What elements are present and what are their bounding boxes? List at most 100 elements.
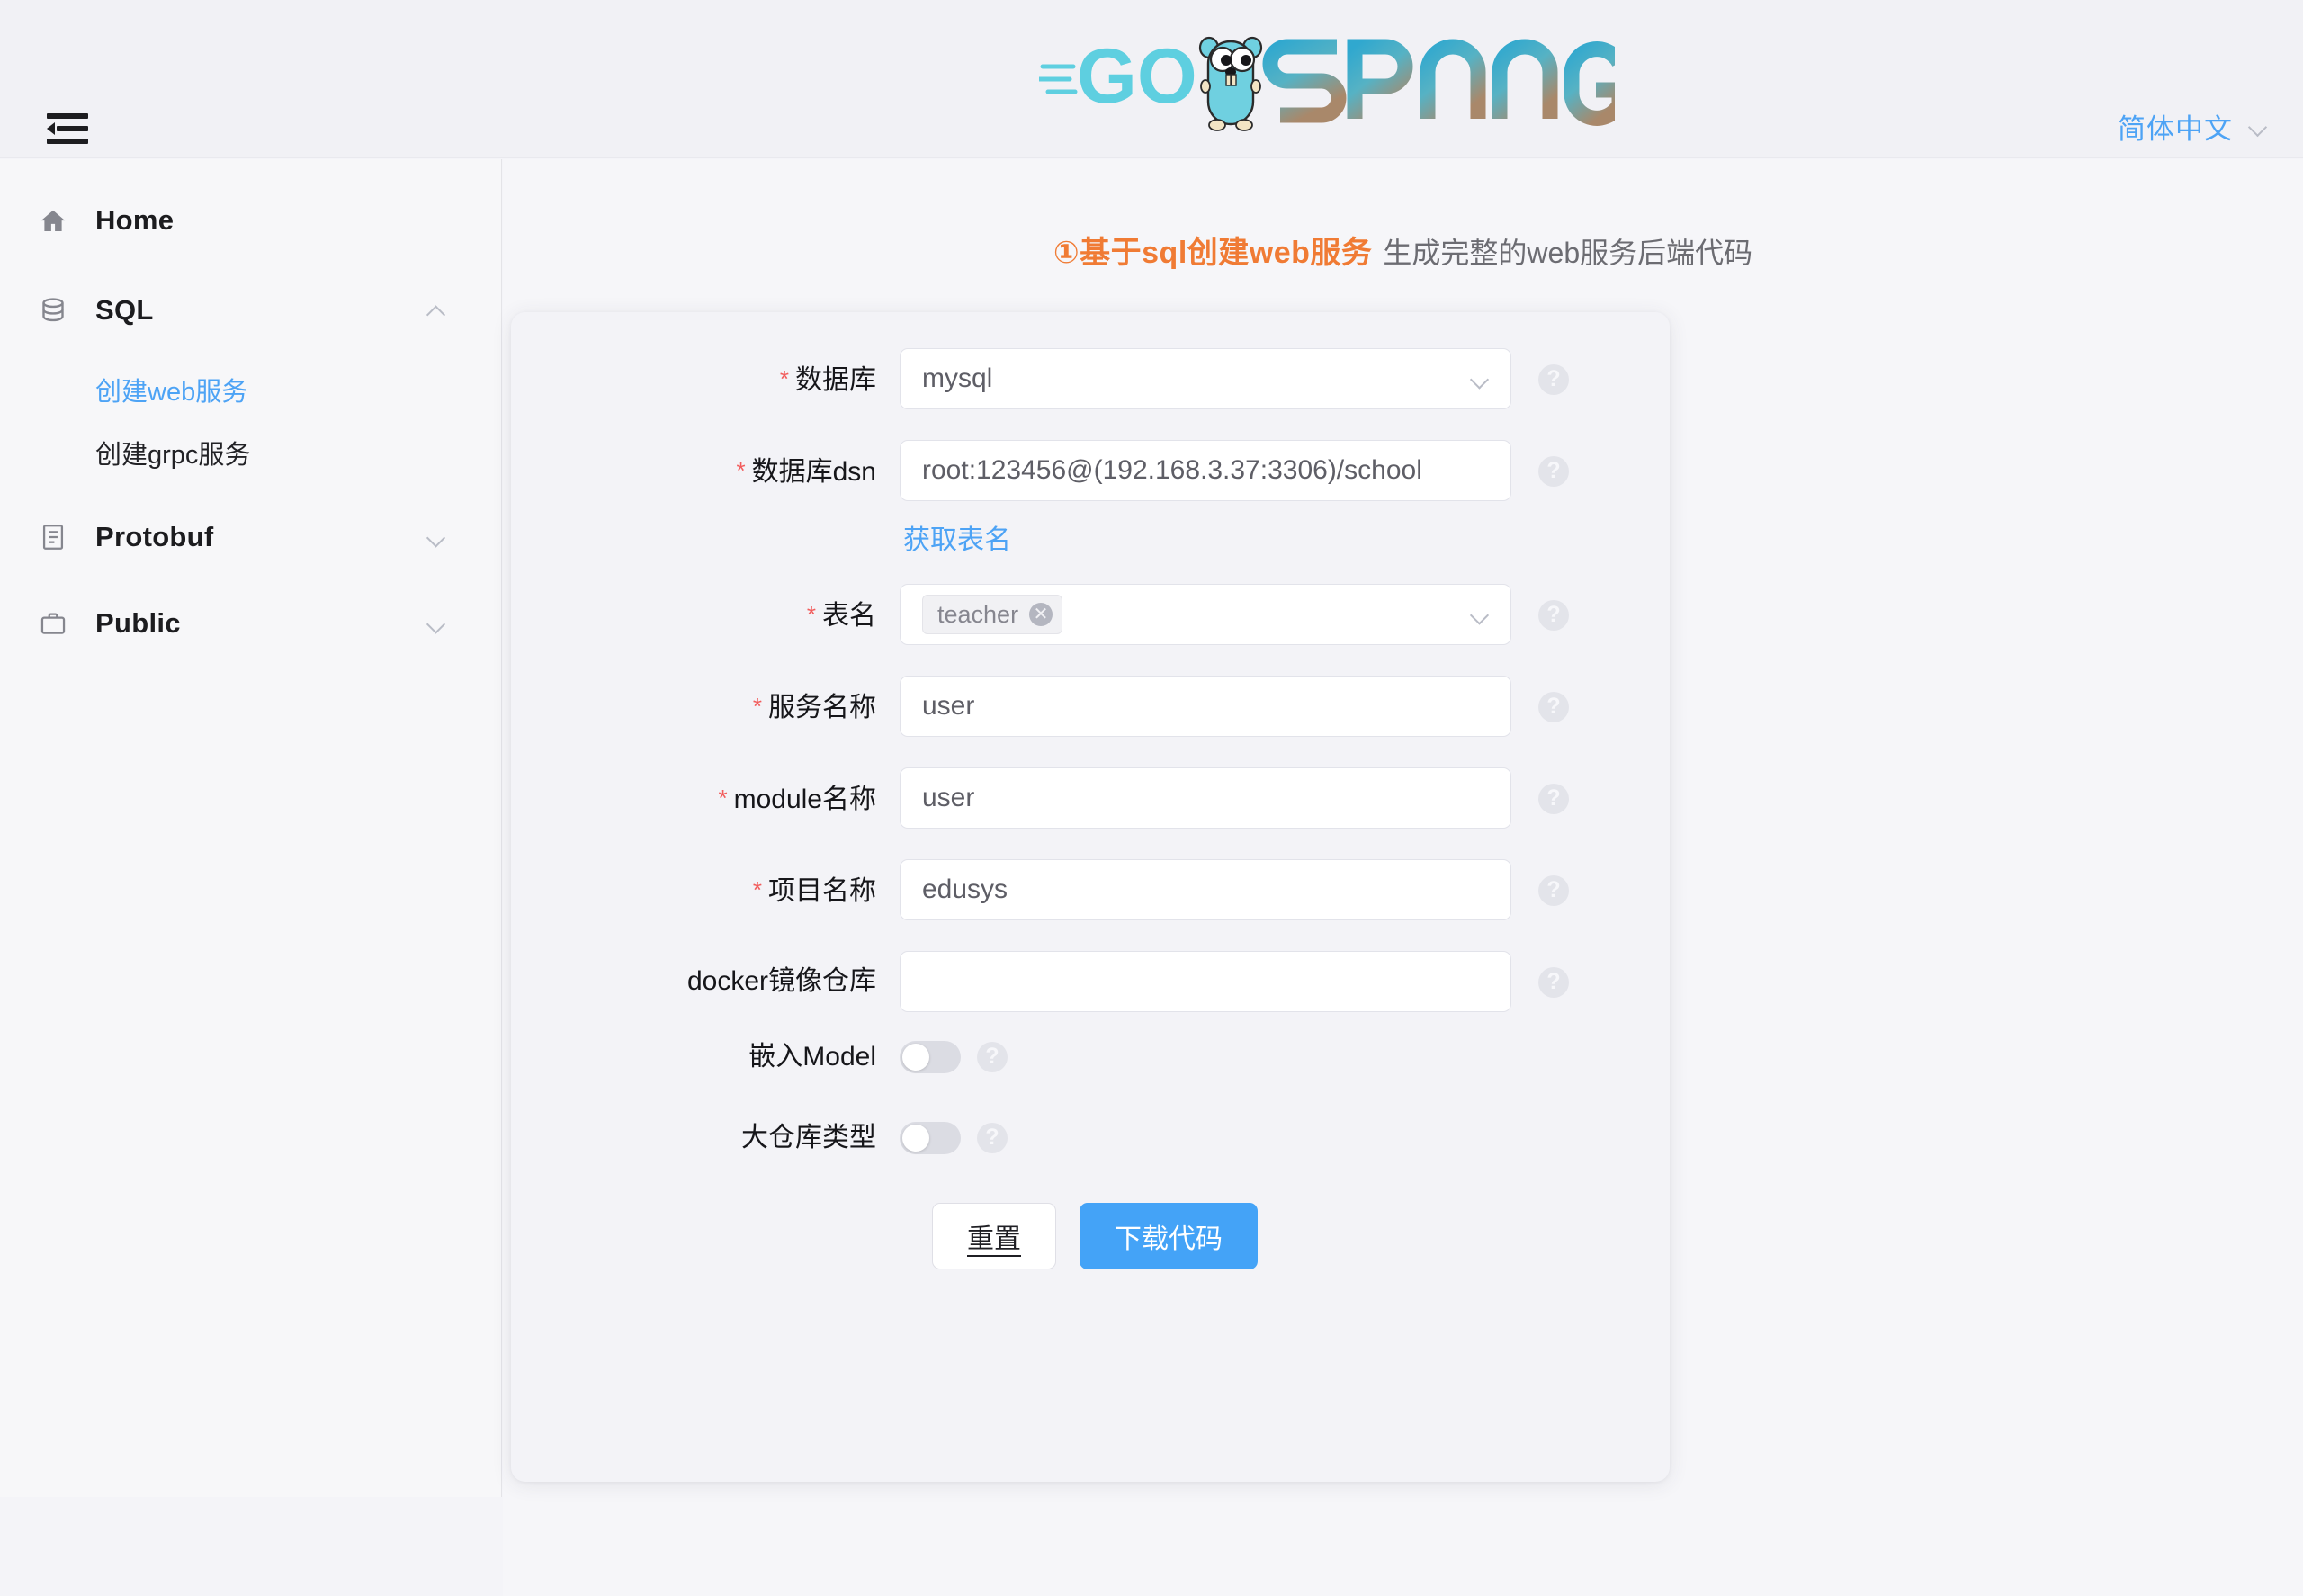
sidebar-item-label: Home — [95, 204, 175, 236]
mono-repo-type-toggle[interactable] — [900, 1122, 961, 1154]
question-mark-icon: ? — [1546, 785, 1561, 811]
get-table-name-row: 获取表名 — [511, 517, 1670, 557]
main-content: ①基于sql创建web服务 生成完整的web服务后端代码 * 数据库 mysql ? — [503, 159, 2303, 1596]
form-label-service-name: * 服务名称 — [511, 676, 900, 739]
help-icon-docker-image-repo[interactable]: ? — [1538, 967, 1569, 998]
sidebar-subitem-create-grpc-service[interactable]: 创建grpc服务 — [0, 426, 501, 480]
sidebar-item-home[interactable]: Home — [0, 188, 501, 253]
hamburger-bar-top — [47, 113, 88, 119]
language-label: 简体中文 — [2118, 113, 2233, 145]
reset-button-label: 重置 — [967, 1224, 1021, 1257]
database-dsn-input[interactable] — [900, 440, 1511, 501]
form-label-text: 数据库dsn — [751, 457, 876, 487]
form-row-service-name: *服务名称 ? — [511, 676, 1670, 739]
required-star: * — [752, 693, 762, 720]
download-code-button[interactable]: 下载代码 — [1080, 1203, 1258, 1269]
form-label-text: 服务名称 — [768, 693, 876, 722]
link-row-spacer — [511, 517, 900, 557]
help-icon-mono-repo-type[interactable]: ? — [977, 1123, 1008, 1153]
table-name-multiselect[interactable]: teacher ✕ — [900, 584, 1511, 645]
table-name-tag-label: teacher — [937, 600, 1019, 628]
form-label-database: * 数据库 — [511, 348, 900, 411]
form-actions: 重置 下载代码 — [511, 1203, 1670, 1269]
form-row-project-name: *项目名称 ? — [511, 859, 1670, 922]
form-label-database-dsn: * 数据库dsn — [511, 440, 900, 503]
form-label-text: docker镜像仓库 — [686, 966, 876, 996]
chevron-down-icon — [427, 532, 447, 543]
sidebar-item-public[interactable]: Public — [0, 591, 501, 656]
docker-image-repo-input[interactable] — [900, 951, 1511, 1012]
document-icon — [36, 520, 70, 554]
sidebar-item-label: SQL — [95, 294, 154, 326]
embed-model-toggle[interactable] — [900, 1041, 961, 1073]
hamburger-bar-middle-line — [57, 126, 88, 131]
form-row-database: * 数据库 mysql ? — [511, 348, 1670, 411]
help-icon-embed-model[interactable]: ? — [977, 1042, 1008, 1072]
question-mark-icon: ? — [1546, 601, 1561, 627]
required-star: * — [779, 365, 789, 392]
question-mark-icon: ? — [985, 1043, 999, 1069]
question-mark-icon: ? — [985, 1124, 999, 1150]
form-row-mono-repo-type: 大仓库类型 ? — [511, 1122, 1670, 1169]
form-label-text: module名称 — [733, 785, 876, 814]
database-icon — [36, 293, 70, 327]
sidebar-item-sql[interactable]: SQL — [0, 278, 501, 343]
form-label-text: 表名 — [822, 601, 876, 631]
help-icon-database[interactable]: ? — [1538, 364, 1569, 395]
go-sponge-logo[interactable]: GO — [1039, 20, 1615, 137]
collapse-arrow-icon — [47, 122, 55, 135]
database-select-value: mysql — [922, 363, 993, 393]
module-name-input[interactable] — [900, 767, 1511, 829]
required-star: * — [806, 601, 816, 628]
briefcase-icon — [36, 606, 70, 641]
toggle-knob — [902, 1125, 929, 1152]
help-icon-module-name[interactable]: ? — [1538, 784, 1569, 814]
help-icon-service-name[interactable]: ? — [1538, 692, 1569, 722]
help-icon-table-name[interactable]: ? — [1538, 600, 1569, 631]
chevron-down-icon — [2249, 121, 2269, 132]
sidebar-item-label: Public — [95, 607, 181, 639]
form-row-module-name: *module名称 ? — [511, 767, 1670, 830]
svg-text:GO: GO — [1077, 33, 1197, 120]
question-mark-icon: ? — [1546, 876, 1561, 902]
sidebar-item-label: Protobuf — [95, 521, 214, 552]
app-header: GO 简体中文 — [0, 0, 2303, 158]
page-title-main: ①基于sql创建web服务 — [1053, 236, 1373, 270]
question-mark-icon: ? — [1546, 968, 1561, 994]
form-label-module-name: * module名称 — [511, 767, 900, 830]
form-label-text: 大仓库类型 — [741, 1123, 876, 1152]
question-mark-icon: ? — [1546, 693, 1561, 719]
chevron-up-icon — [427, 305, 447, 317]
sidebar-subitem-label: 创建grpc服务 — [95, 441, 251, 470]
required-star: * — [736, 457, 746, 484]
form-label-text: 数据库 — [795, 365, 876, 395]
form-label-embed-model: 嵌入Model — [511, 1041, 900, 1073]
create-web-service-form: * 数据库 mysql ? * 数据库dsn root:123456@(192.… — [511, 348, 1670, 1269]
chevron-down-icon — [427, 618, 447, 630]
project-name-input[interactable] — [900, 859, 1511, 920]
collapse-menu-icon[interactable] — [47, 113, 88, 144]
help-icon-project-name[interactable]: ? — [1538, 875, 1569, 906]
form-row-table-name: * 表名 teacher ✕ ? — [511, 584, 1670, 647]
database-select[interactable]: mysql — [900, 348, 1511, 409]
form-label-mono-repo-type: 大仓库类型 — [511, 1122, 900, 1154]
sidebar-item-protobuf[interactable]: Protobuf — [0, 505, 501, 569]
question-mark-icon: ? — [1546, 365, 1561, 391]
form-row-embed-model: 嵌入Model ? — [511, 1041, 1670, 1088]
hamburger-bar-middle — [47, 122, 88, 135]
chevron-down-icon — [1471, 373, 1491, 385]
close-icon[interactable]: ✕ — [1029, 603, 1053, 626]
service-name-input[interactable] — [900, 676, 1511, 737]
sidebar-subitem-create-web-service[interactable]: 创建web服务 — [0, 363, 501, 417]
page-title-sub: 生成完整的web服务后端代码 — [1383, 237, 1753, 269]
reset-button[interactable]: 重置 — [932, 1203, 1056, 1269]
help-icon-database-dsn[interactable]: ? — [1538, 456, 1569, 487]
form-label-table-name: * 表名 — [511, 584, 900, 647]
page-title: ①基于sql创建web服务 生成完整的web服务后端代码 — [503, 228, 2303, 272]
hamburger-bar-bottom — [47, 139, 88, 144]
language-selector[interactable]: 简体中文 — [2118, 106, 2269, 147]
get-table-name-link[interactable]: 获取表名 — [900, 517, 1011, 557]
required-star: * — [752, 876, 762, 903]
toggle-knob — [902, 1044, 929, 1071]
question-mark-icon: ? — [1546, 457, 1561, 483]
